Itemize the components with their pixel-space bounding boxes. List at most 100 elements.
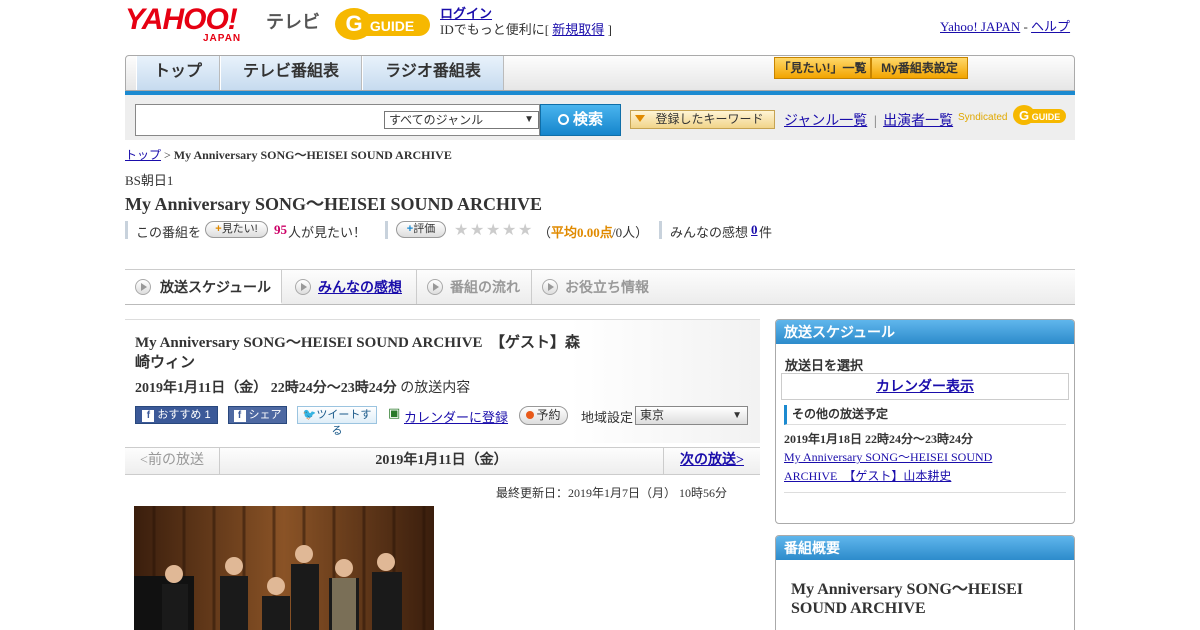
login-link[interactable]: ログイン [440,6,492,21]
summary-sidebar-box: 番組概要 My Anniversary SONG～HEISEI SOUND AR… [775,535,1075,630]
avg-open: （ [538,225,552,240]
tab-flow-label: 番組の流れ [450,279,520,295]
recommend-count: 1 [204,409,211,421]
performer-list-link[interactable]: 出演者一覧 [883,114,953,129]
want-list-button[interactable]: 「見たい!」一覧 [774,57,871,79]
gguide-text: GUIDE [370,18,414,34]
calendar-register-link[interactable]: カレンダーに登録 [404,407,508,426]
tab-flow[interactable]: 番組の流れ [417,270,532,304]
syndicated-badge: Syndicated G GUIDE [956,102,1068,130]
avg-score: 平均0.00点 [551,225,613,240]
search-icon [557,114,569,125]
arrow-icon [295,279,311,295]
genre-select[interactable]: すべてのジャンル ▼ [384,111,539,129]
recommend-label: おすすめ [157,409,202,421]
svg-text:G: G [1019,108,1029,123]
service-label: テレビ [266,12,320,32]
star-icon[interactable]: ★ [518,220,532,239]
signup-link[interactable]: 新規取得 [552,22,604,37]
nav-tab-radio[interactable]: ラジオ番組表 [362,56,504,90]
episode-date: 2019年1月11日（金） 22時24分～23時24分 [135,381,397,396]
genre-list-link[interactable]: ジャンル一覧 [784,114,867,129]
calendar-view-link[interactable]: カレンダー表示 [876,380,974,395]
region-select[interactable]: 東京 ▼ [635,406,748,425]
region-label: 地域設定 [581,410,634,425]
tab-useful-info-label: お役立ち情報 [565,279,649,295]
nav-tab-tv[interactable]: テレビ番組表 [220,56,362,90]
gguide-logo[interactable]: G GUIDE [334,6,432,42]
separator [385,221,388,239]
reserve-button[interactable]: 予約 [519,406,568,425]
reserve-label: 予約 [536,408,561,422]
search-links-divider: | [873,114,877,129]
syndicated-gguide-icon: G GUIDE [1013,105,1066,125]
next-broadcast-link[interactable]: 次の放送> [663,448,760,474]
other-schedule-date: 2019年1月18日 22時24分～23時24分 [784,432,974,446]
breadcrumb-top-link[interactable]: トップ [125,148,161,162]
login-note-prefix: IDでもっと便利に[ [440,22,550,37]
facebook-icon: f [233,410,246,422]
svg-text:G: G [345,11,362,36]
summary-sidebar-head: 番組概要 [776,536,1074,560]
nav-tab-top[interactable]: トップ [136,56,220,90]
twitter-icon: 🐦 [302,409,317,421]
search-button-label: 検索 [572,111,603,128]
prev-broadcast[interactable]: <前の放送 [125,448,220,474]
want-button-label: 見たい! [221,223,258,235]
rate-button-label: 評価 [413,223,436,235]
social-row: f おすすめ 1 f シェア 🐦ツイートする ▣ カレンダーに登録 予約 地域設定 … [135,406,755,437]
schedule-sidebar-box: 放送スケジュール 放送日を選択 カレンダー表示 その他の放送予定 2019年1月… [775,319,1075,524]
record-icon [526,411,535,419]
summary-title: My Anniversary SONG～HEISEI SOUND ARCHIVE [791,581,1024,617]
impressions-label: みんなの感想 [670,225,749,240]
rate-button[interactable]: +評価 [396,221,446,238]
share-label: シェア [248,409,282,421]
tab-schedule[interactable]: 放送スケジュール [125,270,282,304]
syndicated-logo-text: GUIDE [1032,112,1061,122]
other-schedule-link[interactable]: My Anniversary SONG～HEISEI SOUND ARCHIVE… [784,448,1029,486]
my-schedule-button[interactable]: My番組表設定 [871,57,968,79]
help-link[interactable]: ヘルプ [1031,19,1070,34]
current-broadcast-date: 2019年1月11日（金） [375,453,508,468]
want-count: 95 [274,222,287,237]
impressions-count-link[interactable]: 0 [751,222,758,238]
main-nav: トップ テレビ番組表 ラジオ番組表 「見たい!」一覧 My番組表設定 [125,55,1075,91]
top-links-sep: - [1023,19,1028,34]
recommend-button[interactable]: f おすすめ 1 [135,406,218,424]
star-icon[interactable]: ★ [486,220,500,239]
star-icon[interactable]: ★ [470,220,484,239]
chevron-down-icon: ▼ [524,114,534,125]
separator [125,221,128,239]
rating-bar: この番組を +見たい! 95 人が見たい！ +評価 ★ ★ ★ ★ ★ （ 平均… [125,220,825,242]
divider [784,492,1066,493]
other-schedule-head: その他の放送予定 [784,405,1066,425]
episode-date-suffix: の放送内容 [400,381,471,396]
tab-impressions[interactable]: みんなの感想 [282,270,417,304]
breadcrumb-current: My Anniversary SONG～HEISEI SOUND ARCHIVE [173,148,452,162]
yahoo-japan-logo[interactable]: YAHOO! JAPAN [125,5,265,45]
yahoo-japan-link[interactable]: Yahoo! JAPAN [940,19,1020,34]
search-button[interactable]: 検索 [540,104,621,136]
episode-date-row: 2019年1月11日（金） 22時24分～23時24分 の放送内容 [135,377,470,397]
want-prefix: この番組を [136,225,202,240]
episode-photo [134,506,434,630]
logo-sub: JAPAN [203,33,242,44]
tab-useful-info[interactable]: お役立ち情報 [532,270,672,304]
calendar-view-box: カレンダー表示 [781,373,1069,400]
select-date-label: 放送日を選択 [785,358,864,373]
episode-photo-image [134,506,434,630]
share-button[interactable]: f シェア [228,406,287,424]
top-links: Yahoo! JAPAN - ヘルプ [940,16,1070,35]
facebook-icon: f [142,410,155,422]
calendar-icon: ▣ [388,406,401,421]
schedule-sidebar-head: 放送スケジュール [776,320,1074,344]
want-suffix: 人が見たい！ [288,225,367,240]
impressions-unit: 件 [759,225,773,240]
star-icon[interactable]: ★ [502,220,516,239]
syndicated-label: Syndicated [958,112,1008,123]
star-icon[interactable]: ★ [454,220,468,239]
registered-keyword-button[interactable]: 登録したキーワード [630,110,775,129]
arrow-icon [427,279,443,295]
want-button[interactable]: +見たい! [205,221,268,238]
tweet-button[interactable]: 🐦ツイートする [297,406,377,437]
